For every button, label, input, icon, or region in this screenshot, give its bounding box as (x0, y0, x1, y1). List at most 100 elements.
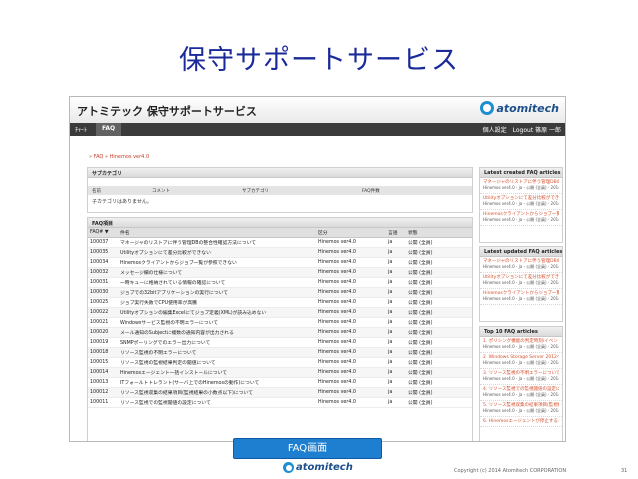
table-row[interactable]: 100011 リソース監視での監視閾値の設定について Hinemos ver4.0 j… (88, 397, 472, 408)
nav-item-logout[interactable]: Logout 篠原 一郎 (513, 125, 561, 134)
faq-subject-link[interactable]: Hinemosエージェント一括インストールについて (118, 367, 316, 378)
list-item: 1. ポリシング機能の判定時刻/イベントの出力についてHinemos ver4.… (480, 337, 562, 353)
faq-category-cell: Hinemos ver4.0 (316, 247, 386, 258)
faq-status-cell: 公開 (全員) (406, 307, 472, 318)
faq-article-meta: Hinemos ver4.0 - ja - 公開 (全員) - 2014/11/… (483, 264, 559, 269)
header-logo[interactable]: atomitech (480, 101, 559, 115)
column-header-subject[interactable]: 件名 (118, 228, 316, 238)
faq-table-header: FAQ# ▼ 件名 区分 言語 状態 (88, 228, 472, 238)
table-row[interactable]: 100018 リソース監視の不明エラーについて Hinemos ver4.0 ja 公開… (88, 347, 472, 358)
faq-language-cell: ja (386, 267, 406, 278)
nav-item-top[interactable]: ﾁｬｰﾄ (75, 125, 87, 134)
faq-id-cell: 100025 (88, 297, 118, 308)
table-row[interactable]: 100015 リソース監視の監視結果判定の閾値について Hinemos ver4.0… (88, 357, 472, 368)
faq-language-cell: ja (386, 347, 406, 358)
faq-article-meta: Hinemos ver4.0 - ja - 公開 (全員) - 2014/11/… (483, 185, 559, 190)
table-row[interactable]: 100012 リソース監視収集の結果項目(監視結果の小数点以下)について Hinem… (88, 387, 472, 398)
table-row[interactable]: 100030 ジョブでの32bitアプリケーションの実行について Hinemos v… (88, 287, 472, 298)
faq-subject-link[interactable]: マネージャのリストアに伴う管理DBの整合性確認方法について (118, 237, 316, 248)
faq-language-cell: ja (386, 397, 406, 408)
faq-subject-link[interactable]: ITフォールトトレラント(サーバ上でのHinemosの動作)について (118, 377, 316, 388)
faq-category-cell: Hinemos ver4.0 (316, 317, 386, 328)
faq-category-cell: Hinemos ver4.0 (316, 267, 386, 278)
top10-list: 1. ポリシング機能の判定時刻/イベントの出力についてHinemos ver4.… (480, 337, 562, 427)
screen-caption: FAQ画面 (233, 438, 382, 459)
list-item: 5. リソース監視収集の結果項目(監視結果の小数点以下)についてHinemos … (480, 401, 562, 417)
column-header: コメント (152, 189, 170, 194)
subcategory-panel: サブカテゴリ 名前 コメント サブカテゴリ FAQ件数 子カテゴリはありません。 (87, 167, 473, 213)
faq-subject-link[interactable]: ジョブでの32bitアプリケーションの実行について (118, 287, 316, 298)
column-header-id[interactable]: FAQ# ▼ (88, 228, 118, 238)
list-item: 3. リソース監視の不明エラーについて Hinemos ver4.0 - ja -… (480, 369, 562, 385)
column-header: FAQ件数 (362, 189, 380, 194)
list-item: 4. リソース監視での監視閾値の設定についてHinemos ver4.0 - j… (480, 385, 562, 401)
faq-id-cell: 100011 (88, 397, 118, 408)
faq-language-cell: ja (386, 247, 406, 258)
latest-updated-heading: Latest updated FAQ articles (480, 247, 562, 257)
nav-item-faq[interactable]: FAQ (96, 123, 122, 136)
table-row[interactable]: 100034 Hinemosクライアントからジョブ一覧が参照できない Hinemos… (88, 257, 472, 268)
table-row[interactable]: 100031 一時キューに格納されている情報の確認について Hinemos ver4… (88, 277, 472, 288)
faq-id-cell: 100022 (88, 307, 118, 318)
faq-status-cell: 公開 (全員) (406, 267, 472, 278)
column-header-language[interactable]: 言語 (386, 228, 406, 238)
footer-logo-text: atomitech (296, 462, 353, 473)
faq-id-cell: 100020 (88, 327, 118, 338)
table-row[interactable]: 100025 ジョブ実行失敗でCPU使用率が高騰 Hinemos ver4.0 ja 公… (88, 297, 472, 308)
faq-status-cell: 公開 (全員) (406, 327, 472, 338)
table-row[interactable]: 100037 マネージャのリストアに伴う管理DBの整合性確認方法について Hinem… (88, 237, 472, 248)
faq-article-link[interactable]: 6. Hinemosエージェントが停止すると(ハートビートログの… (483, 418, 559, 424)
faq-category-cell: Hinemos ver4.0 (316, 367, 386, 378)
faq-id-cell: 100021 (88, 317, 118, 328)
faq-id-cell: 100037 (88, 237, 118, 248)
list-item: 6. Hinemosエージェントが停止すると(ハートビートログの… (480, 417, 562, 427)
faq-language-cell: ja (386, 257, 406, 268)
table-row[interactable]: 100022 Utilityオプションの編集Excelにてジョブ定義(XML)が読… (88, 307, 472, 318)
faq-subject-link[interactable]: メール通知のSubjectに複数の通知内容が出力される (118, 327, 316, 338)
faq-subject-link[interactable]: Utilityオプションの編集Excelにてジョブ定義(XML)が読み込めない (118, 307, 316, 318)
faq-subject-link[interactable]: SNMPポーリングでのエラー出力について (118, 337, 316, 348)
faq-status-cell: 公開 (全員) (406, 387, 472, 398)
faq-language-cell: ja (386, 297, 406, 308)
table-row[interactable]: 100019 SNMPポーリングでのエラー出力について Hinemos ver4.0… (88, 337, 472, 348)
faq-category-cell: Hinemos ver4.0 (316, 277, 386, 288)
breadcrumb[interactable]: » FAQ » Hinemos ver4.0 (89, 154, 149, 160)
table-row[interactable]: 100013 ITフォールトトレラント(サーバ上でのHinemosの動作)について… (88, 377, 472, 388)
list-item: Hinemosクライアントからジョブ一覧が参照できないHinemos ver4.… (480, 210, 562, 226)
table-row[interactable]: 100032 メッセージ欄の仕様について Hinemos ver4.0 ja 公開 (全… (88, 267, 472, 278)
table-row[interactable]: 100035 Utilityオプションにて差分比較ができない Hinemos ver… (88, 247, 472, 258)
faq-article-meta: Hinemos ver4.0 - ja - 公開 (全員) - 2014/10/… (483, 376, 559, 381)
table-row[interactable]: 100021 Windowsサービス監視の不明エラーについて Hinemos ver… (88, 317, 472, 328)
list-item: マネージャのリストアに伴う管理DBの整合性確認方法についてHinemos ver… (480, 178, 562, 194)
column-header-status[interactable]: 状態 (406, 228, 472, 238)
nav-item-settings[interactable]: 個人設定 (483, 125, 507, 134)
app-nav-bar: ﾁｬｰﾄ FAQ 個人設定 Logout 篠原 一郎 (70, 123, 565, 136)
faq-category-cell: Hinemos ver4.0 (316, 287, 386, 298)
faq-status-cell: 公開 (全員) (406, 357, 472, 368)
faq-list-panel: FAQ項目 FAQ# ▼ 件名 区分 言語 状態 100037 マネージャのリスト… (87, 217, 473, 441)
list-item: Utilityオプションにて差分比較ができないHinemos ver4.0 - … (480, 273, 562, 289)
faq-subject-link[interactable]: Hinemosクライアントからジョブ一覧が参照できない (118, 257, 316, 268)
column-header-category[interactable]: 区分 (316, 228, 386, 238)
faq-subject-link[interactable]: Utilityオプションにて差分比較ができない (118, 247, 316, 258)
faq-subject-link[interactable]: メッセージ欄の仕様について (118, 267, 316, 278)
table-row[interactable]: 100014 Hinemosエージェント一括インストールについて Hinemos v… (88, 367, 472, 378)
faq-language-cell: ja (386, 237, 406, 248)
faq-subject-link[interactable]: リソース監視収集の結果項目(監視結果の小数点以下)について (118, 387, 316, 398)
faq-status-cell: 公開 (全員) (406, 337, 472, 348)
faq-subject-link[interactable]: ジョブ実行失敗でCPU使用率が高騰 (118, 297, 316, 308)
header-logo-text: atomitech (496, 101, 559, 115)
faq-category-cell: Hinemos ver4.0 (316, 327, 386, 338)
faq-subject-link[interactable]: 一時キューに格納されている情報の確認について (118, 277, 316, 288)
faq-subject-link[interactable]: リソース監視での監視閾値の設定について (118, 397, 316, 408)
faq-subject-link[interactable]: Windowsサービス監視の不明エラーについて (118, 317, 316, 328)
faq-category-cell: Hinemos ver4.0 (316, 387, 386, 398)
faq-category-cell: Hinemos ver4.0 (316, 237, 386, 248)
faq-article-meta: Hinemos ver4.0 - ja - 公開 (全員) - 2014/11/… (483, 280, 559, 285)
latest-created-heading: Latest created FAQ articles (480, 168, 562, 178)
footer-logo: atomitech (283, 462, 353, 473)
table-row[interactable]: 100020 メール通知のSubjectに複数の通知内容が出力される Hinemos… (88, 327, 472, 338)
faq-id-cell: 100035 (88, 247, 118, 258)
faq-subject-link[interactable]: リソース監視の監視結果判定の閾値について (118, 357, 316, 368)
faq-subject-link[interactable]: リソース監視の不明エラーについて (118, 347, 316, 358)
